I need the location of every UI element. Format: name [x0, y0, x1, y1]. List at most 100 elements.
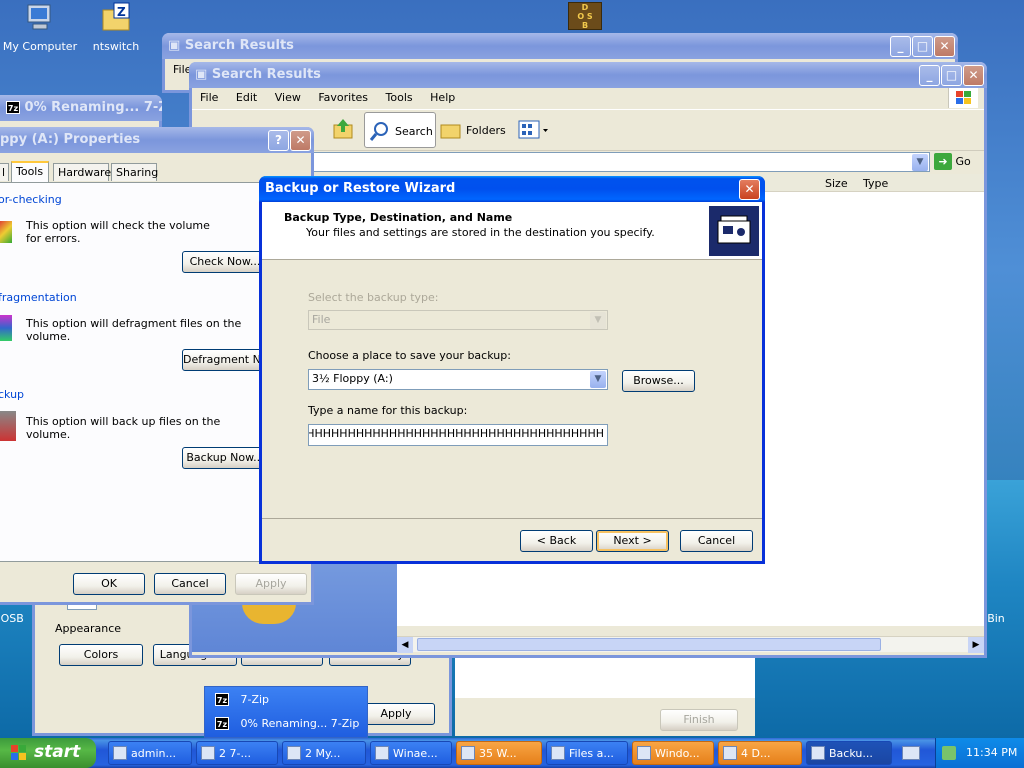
views-icon [518, 120, 548, 139]
go-button[interactable]: ➜ Go [934, 153, 978, 173]
7zip-icon [201, 746, 215, 760]
folders-icon [440, 124, 461, 139]
taskbar-button-35w[interactable]: 35 W... [456, 741, 542, 765]
go-label: Go [955, 155, 971, 168]
tab-tools[interactable]: Tools [11, 161, 49, 182]
go-arrow-icon: ➜ [934, 153, 952, 170]
backup-name-label: Type a name for this backup: [308, 404, 468, 417]
properties-titlebar[interactable]: ppy (A:) Properties [0, 127, 314, 153]
back-button[interactable]: < Back [520, 530, 593, 552]
media-icon [637, 746, 651, 760]
browse-button[interactable]: Browse... [622, 370, 695, 392]
menu-favorites[interactable]: Favorites [318, 91, 368, 104]
tab-hardware[interactable]: Hardware [53, 163, 111, 181]
backup-text: This option will back up files on the vo… [26, 415, 221, 441]
menu-tools[interactable]: Tools [386, 91, 413, 104]
wizard-titlebar[interactable]: Backup or Restore Wizard [259, 176, 765, 202]
backup-type-label: Select the backup type: [308, 291, 439, 304]
keyboard-icon[interactable] [902, 746, 920, 760]
maximize-button[interactable]: □ [941, 65, 962, 86]
search-front-titlebar[interactable]: ▣ Search Results [189, 62, 987, 88]
close-button[interactable]: ✕ [739, 179, 760, 200]
taskbar-button-my[interactable]: 2 My... [282, 741, 366, 765]
search-toolbar-button[interactable]: Search [364, 112, 436, 148]
wizard-header-subtitle: Your files and settings are stored in th… [306, 226, 655, 239]
display-apply-button[interactable]: Apply [357, 703, 435, 725]
backup-place-label: Choose a place to save your backup: [308, 349, 511, 362]
group-item-renaming[interactable]: 7z 0% Renaming... 7-Zip [207, 714, 365, 736]
tab-general[interactable]: l [0, 163, 9, 181]
taskbar-button-admin[interactable]: admin... [108, 741, 192, 765]
folder-search-icon: ▣ [195, 67, 212, 82]
taskbar-button-windo[interactable]: Windo... [632, 741, 714, 765]
menu-edit[interactable]: Edit [236, 91, 257, 104]
column-size[interactable]: Size [825, 177, 848, 190]
error-checking-text: This option will check the volume for er… [26, 219, 210, 245]
taskbar-button-files[interactable]: Files a... [546, 741, 628, 765]
defragmentation-text: This option will defragment files on the… [26, 317, 242, 343]
backup-destination-select[interactable]: 3½ Floppy (A:) ▼ [308, 369, 608, 390]
taskbar-button-7zip[interactable]: 2 7-... [196, 741, 278, 765]
menu-file[interactable]: File [200, 91, 218, 104]
colors-button[interactable]: Colors [59, 644, 143, 666]
menu-help[interactable]: Help [430, 91, 455, 104]
help-button[interactable]: ? [268, 130, 289, 151]
close-button[interactable]: ✕ [963, 65, 984, 86]
scroll-right-icon[interactable]: ▶ [968, 637, 984, 653]
taskbar-button-4d[interactable]: 4 D... [718, 741, 802, 765]
network-icon[interactable] [942, 746, 956, 760]
minimize-button[interactable]: _ [890, 36, 911, 57]
group-item-7zip[interactable]: 7z 7-Zip [207, 690, 365, 712]
zip-folder-icon: Z [102, 2, 130, 31]
wizard-header-title: Backup Type, Destination, and Name [284, 211, 513, 224]
svg-text:Z: Z [117, 5, 126, 19]
desktop-icon-my-computer[interactable]: My Computer [0, 2, 80, 53]
chevron-down-icon[interactable]: ▼ [912, 154, 928, 171]
maximize-button[interactable]: □ [912, 36, 933, 57]
renaming-titlebar[interactable]: 7z 0% Renaming... 7-Zip [0, 95, 162, 121]
chevron-down-icon: ▼ [590, 312, 606, 329]
error-check-icon [0, 221, 12, 243]
next-button[interactable]: Next > [596, 530, 669, 552]
close-button[interactable]: ✕ [934, 36, 955, 57]
explorer-icon [113, 746, 127, 760]
defragment-now-button[interactable]: Defragment Now [182, 349, 268, 371]
taskbar: start admin... 2 7-... 2 My... Winae... … [0, 738, 1024, 768]
views-toolbar-button[interactable] [518, 120, 552, 140]
taskbar-button-winae[interactable]: Winae... [370, 741, 452, 765]
taskbar-group-popup: 7z 7-Zip 7z 0% Renaming... 7-Zip [204, 686, 368, 738]
windows-logo-icon [948, 88, 978, 108]
my-computer-icon [27, 4, 51, 30]
desktop-icon-ntswitch[interactable]: Z ntswitch [76, 2, 156, 53]
tab-sharing[interactable]: Sharing [111, 163, 158, 181]
window-title: ppy (A:) Properties [0, 132, 141, 147]
taskbar-button-backup[interactable]: Backu... [806, 741, 892, 765]
dosbox-icon [723, 746, 737, 760]
backup-name-input[interactable]: HHHHHHHHHHHHHHHHHHHHHHHHHHHHHHHHHHHHHHHH… [308, 424, 608, 446]
error-checking-heading: or-checking [0, 193, 62, 206]
backup-wizard-window: Backup or Restore Wizard ✕ Backup Type, … [259, 176, 765, 564]
chevron-down-icon[interactable]: ▼ [590, 371, 606, 388]
scroll-thumb[interactable] [417, 638, 881, 651]
menu-view[interactable]: View [275, 91, 301, 104]
check-now-button[interactable]: Check Now... [182, 251, 268, 273]
clock[interactable]: 11:34 PM [966, 746, 1017, 759]
horizontal-scrollbar[interactable]: ◀ ▶ [397, 636, 984, 653]
close-button[interactable]: ✕ [290, 130, 311, 151]
window-title: 0% Renaming... 7-Zip [24, 100, 162, 115]
dosbox-icon[interactable]: DO SB [568, 2, 602, 30]
folder-icon [461, 746, 475, 760]
wizard-cancel-button[interactable]: Cancel [680, 530, 753, 552]
folders-toolbar-button[interactable]: Folders [440, 114, 508, 146]
backup-now-button[interactable]: Backup Now... [182, 447, 268, 469]
minimize-button[interactable]: _ [919, 65, 940, 86]
folder-up-icon[interactable] [332, 116, 354, 140]
column-type[interactable]: Type [863, 177, 888, 190]
cancel-button[interactable]: Cancel [154, 573, 226, 595]
ok-button[interactable]: OK [73, 573, 145, 595]
windows-logo-icon [11, 745, 26, 760]
backup-heading: ckup [0, 388, 25, 401]
search-back-titlebar[interactable]: ▣ Search Results [162, 33, 958, 59]
start-button[interactable]: start [0, 738, 96, 768]
scroll-left-icon[interactable]: ◀ [397, 637, 413, 653]
